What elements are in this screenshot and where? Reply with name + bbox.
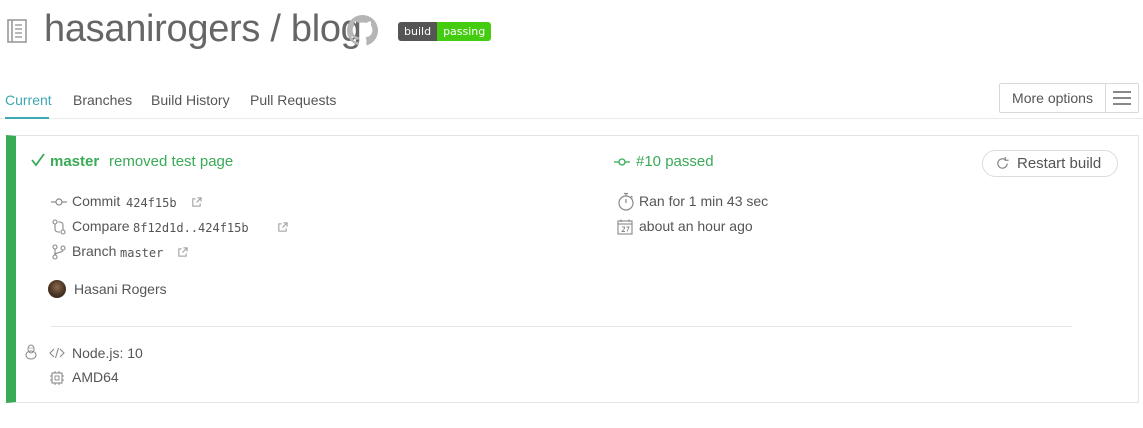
external-link-icon[interactable] xyxy=(191,197,202,208)
commit-icon xyxy=(51,198,67,206)
build-commit-message: removed test page xyxy=(109,153,234,170)
repo-icon xyxy=(7,19,27,43)
calendar-icon xyxy=(617,219,633,235)
divider xyxy=(51,326,1072,327)
language-version: Node.js: 10 xyxy=(72,345,143,361)
code-icon xyxy=(49,347,65,359)
hamburger-icon[interactable] xyxy=(1106,84,1138,112)
compare-range[interactable]: 8f12d1d..424f15b xyxy=(133,221,249,235)
architecture: AMD64 xyxy=(72,369,119,385)
restart-build-button[interactable]: Restart build xyxy=(982,150,1118,177)
restart-build-label: Restart build xyxy=(1017,155,1102,172)
tab-build-history[interactable]: Build History xyxy=(151,92,230,108)
build-status-badge[interactable]: build passing xyxy=(398,22,492,41)
restart-icon xyxy=(997,156,1009,169)
tab-branches[interactable]: Branches xyxy=(73,92,132,108)
badge-label: build xyxy=(398,22,438,41)
cpu-icon xyxy=(50,371,64,385)
avatar xyxy=(48,280,66,298)
build-number-status[interactable]: #10 passed xyxy=(636,153,714,170)
linux-icon xyxy=(25,344,37,360)
branch-icon xyxy=(52,244,66,260)
repo-header: hasanirogers / blog build passing xyxy=(0,0,1143,70)
commit-sha[interactable]: 424f15b xyxy=(126,196,177,210)
external-link-icon[interactable] xyxy=(177,247,188,258)
check-icon xyxy=(31,153,45,167)
build-duration: Ran for 1 min 43 sec xyxy=(639,193,769,209)
github-icon[interactable] xyxy=(347,15,378,46)
branch-label: Branch xyxy=(72,243,117,259)
build-finished-time: about an hour ago xyxy=(639,218,753,234)
compare-icon xyxy=(52,219,66,235)
repo-title[interactable]: hasanirogers / blog xyxy=(44,8,362,51)
tab-pull-requests[interactable]: Pull Requests xyxy=(250,92,336,108)
tab-current[interactable]: Current xyxy=(5,92,52,108)
stopwatch-icon xyxy=(618,192,634,211)
commit-label: Commit xyxy=(72,193,121,209)
more-options-button[interactable]: More options xyxy=(999,83,1139,113)
external-link-icon[interactable] xyxy=(277,222,288,233)
build-card: master removed test page #10 passed Rest… xyxy=(6,135,1139,403)
branch-value[interactable]: master xyxy=(120,246,163,260)
compare-label: Compare xyxy=(72,218,130,234)
more-options-label[interactable]: More options xyxy=(1000,84,1106,112)
author-name: Hasani Rogers xyxy=(74,281,167,297)
commit-icon xyxy=(614,158,630,166)
build-branch-name[interactable]: master xyxy=(50,153,99,170)
repo-owner[interactable]: hasanirogers xyxy=(44,8,260,50)
active-tab-indicator xyxy=(5,117,49,119)
badge-status: passing xyxy=(437,22,492,41)
repo-separator: / xyxy=(260,8,291,50)
repo-tabs: Current Branches Build History Pull Requ… xyxy=(0,84,1143,119)
